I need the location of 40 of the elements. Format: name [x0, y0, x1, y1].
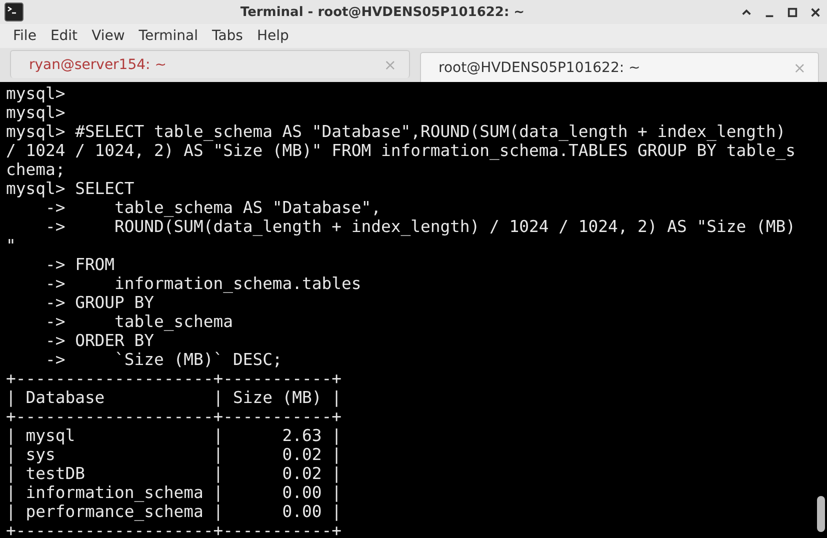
tab[interactable]: root@HVDENS05P101622: ~ × — [420, 52, 819, 82]
terminal-line: chema; — [6, 160, 66, 179]
menu-item[interactable]: View — [84, 26, 132, 46]
terminal-icon — [4, 2, 24, 22]
menu-item[interactable]: Tabs — [204, 26, 250, 46]
terminal-line: -> table_schema AS "Database", — [44, 198, 382, 217]
tab-label: root@HVDENS05P101622: ~ — [438, 60, 640, 76]
terminal-line: +--------------------+-----------+ — [6, 407, 343, 426]
terminal-line: | mysql | 2.63 | — [6, 426, 343, 445]
terminal-line: +--------------------+-----------+ — [6, 369, 343, 388]
terminal-line: -> information_schema.tables — [44, 274, 362, 293]
menu-item[interactable]: File — [6, 26, 44, 46]
window-title: Terminal - root@HVDENS05P101622: ~ — [239, 4, 526, 20]
terminal-line: mysql> #SELECT table_schema AS "Database",ROUND(SUM(data_length + index_length) — [6, 122, 787, 141]
terminal-line: | performance_schema | 0.00 | — [6, 502, 343, 521]
menu-item[interactable]: Terminal — [132, 26, 205, 46]
terminal-line: mysql> — [6, 103, 66, 122]
terminal-line: -> ORDER BY — [44, 331, 156, 350]
maximize-icon[interactable] — [787, 6, 798, 18]
terminal-line: " — [6, 236, 17, 255]
menu-item[interactable]: Edit — [43, 26, 85, 46]
terminal-line: / 1024 / 1024, 2) AS "Size (MB)" FROM information_schema.TABLES GROUP BY table_s — [6, 141, 796, 160]
shade-icon[interactable] — [741, 6, 752, 18]
close-icon[interactable] — [810, 6, 821, 18]
terminal-line: -> `Size (MB)` DESC; — [44, 350, 284, 369]
terminal-line: -> FROM — [44, 255, 116, 274]
tab-label: ryan@server154: ~ — [29, 56, 166, 72]
terminal-line: -> GROUP BY — [44, 293, 156, 312]
terminal-line: | testDB | 0.02 | — [6, 464, 343, 483]
terminal-line: -> ROUND(SUM(data_length + index_length) / 1024 / 1024, 2) AS "Size (MB) — [44, 217, 796, 236]
terminal-line: +--------------------+-----------+ — [6, 521, 343, 538]
terminal-line: mysql> — [6, 84, 66, 103]
tab[interactable]: ryan@server154: ~ × — [10, 50, 410, 78]
terminal-line: -> table_schema — [44, 312, 234, 331]
menu-item[interactable]: Help — [250, 26, 296, 46]
terminal-line: | Database | Size (MB) | — [6, 388, 343, 407]
terminal-line: | information_schema | 0.00 | — [6, 483, 343, 502]
terminal-line: | sys | 0.02 | — [6, 445, 343, 464]
scrollbar-thumb[interactable] — [817, 496, 825, 532]
terminal-line: mysql> SELECT — [6, 179, 136, 198]
